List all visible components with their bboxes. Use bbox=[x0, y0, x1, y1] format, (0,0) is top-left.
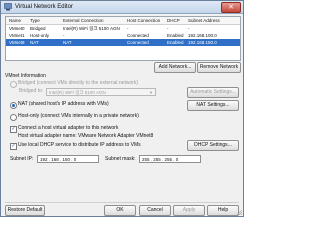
cell-subnet-address: - bbox=[188, 26, 190, 31]
cell-host-connection: Connected bbox=[127, 33, 149, 38]
cell-subnet-address: 192.168.100.0 bbox=[188, 33, 217, 38]
cell-host-connection: - bbox=[127, 26, 129, 31]
dhcp-checkbox[interactable]: ✓ bbox=[10, 143, 17, 150]
adapter-name-label: Host virtual adapter name: VMware Networ… bbox=[18, 133, 154, 139]
column-header-host-connection[interactable]: Host Connection bbox=[127, 17, 160, 24]
connect-adapter-label: Connect a host virtual adapter to this n… bbox=[18, 125, 119, 131]
cell-type: NAT bbox=[30, 40, 39, 45]
automatic-settings-button[interactable]: Automatic Settings... bbox=[187, 87, 239, 98]
table-row-selected[interactable]: VMnet8 NAT NAT Connected Enabled 192.168… bbox=[6, 39, 240, 46]
ok-button[interactable]: OK bbox=[104, 205, 136, 216]
cell-name: VMnet8 bbox=[9, 40, 25, 45]
resize-grip-icon[interactable] bbox=[237, 210, 242, 215]
subnet-mask-input[interactable]: 255 . 255 . 255 . 0 bbox=[139, 155, 201, 163]
cell-dhcp: Enabled bbox=[167, 40, 184, 45]
cell-host-connection: Connected bbox=[127, 40, 149, 45]
cell-dhcp: Enabled bbox=[167, 33, 184, 38]
column-header-subnet-address[interactable]: Subnet Address bbox=[188, 17, 220, 24]
bridged-radio-label: Bridged (connect VMs directly to the ext… bbox=[18, 80, 139, 86]
column-header-type[interactable]: Type bbox=[30, 17, 40, 24]
cell-name: VMnet0 bbox=[9, 26, 25, 31]
vmnet-information-label: VMnet Information bbox=[5, 73, 46, 79]
subnet-mask-label: Subnet mask: bbox=[105, 156, 136, 162]
bridged-radio[interactable] bbox=[10, 81, 17, 88]
virtual-network-editor-window: Virtual Network Editor ✕ Name Type Exter… bbox=[0, 0, 244, 217]
nat-radio[interactable] bbox=[10, 102, 17, 109]
table-row[interactable]: VMnet0 Bridged Intel(R) WiFi 링크 5100 AGN… bbox=[6, 25, 240, 32]
cell-external-connection: - bbox=[63, 33, 65, 38]
networks-table: Name Type External Connection Host Conne… bbox=[5, 16, 241, 61]
cell-name: VMnet1 bbox=[9, 33, 25, 38]
dhcp-label: Use local DHCP service to distribute IP … bbox=[18, 142, 141, 148]
host-only-radio-label: Host-only (connect VMs internally in a p… bbox=[18, 113, 139, 119]
chevron-down-icon: ▼ bbox=[149, 90, 153, 95]
connect-adapter-checkbox[interactable]: ✓ bbox=[10, 126, 17, 133]
cell-external-connection: Intel(R) WiFi 링크 5100 AGN bbox=[63, 26, 120, 31]
cell-external-connection: NAT bbox=[63, 40, 72, 45]
add-network-button[interactable]: Add Network... bbox=[154, 62, 196, 73]
cell-subnet-address: 192.168.150.0 bbox=[188, 40, 217, 45]
subnet-ip-label: Subnet IP: bbox=[10, 156, 34, 162]
column-header-name[interactable]: Name bbox=[9, 17, 21, 24]
table-row[interactable]: VMnet1 Host-only - Connected Enabled 192… bbox=[6, 32, 240, 39]
cancel-button[interactable]: Cancel bbox=[139, 205, 171, 216]
bridged-to-select[interactable]: Intel(R) WiFi 링크 5100 AGN ▼ bbox=[46, 88, 156, 96]
cell-dhcp: - bbox=[167, 26, 169, 31]
help-button[interactable]: Help bbox=[207, 205, 239, 216]
bridged-to-label: Bridged to: bbox=[19, 88, 44, 94]
remove-network-button[interactable]: Remove Network bbox=[197, 62, 241, 73]
host-only-radio[interactable] bbox=[10, 114, 17, 121]
window-title: Virtual Network Editor bbox=[15, 4, 73, 10]
apply-button[interactable]: Apply bbox=[173, 205, 205, 216]
table-header: Name Type External Connection Host Conne… bbox=[6, 17, 240, 25]
cell-type: Host-only bbox=[30, 33, 50, 38]
cell-type: Bridged bbox=[30, 26, 46, 31]
dhcp-settings-button[interactable]: DHCP Settings... bbox=[187, 140, 239, 151]
subnet-ip-input[interactable]: 192 . 168 . 150 . 0 bbox=[37, 155, 99, 163]
network-app-icon bbox=[4, 3, 12, 11]
footer-divider bbox=[5, 202, 239, 203]
close-icon: ✕ bbox=[228, 4, 234, 11]
close-button[interactable]: ✕ bbox=[221, 2, 241, 13]
title-bar[interactable]: Virtual Network Editor ✕ bbox=[1, 1, 243, 14]
restore-default-button[interactable]: Restore Default bbox=[5, 205, 45, 216]
nat-radio-label: NAT (shared host's IP address with VMs) bbox=[18, 101, 109, 107]
bridged-to-value: Intel(R) WiFi 링크 5100 AGN bbox=[49, 90, 106, 95]
nat-settings-button[interactable]: NAT Settings... bbox=[187, 100, 239, 111]
column-header-dhcp[interactable]: DHCP bbox=[167, 17, 180, 24]
column-header-external-connection[interactable]: External Connection bbox=[63, 17, 104, 24]
